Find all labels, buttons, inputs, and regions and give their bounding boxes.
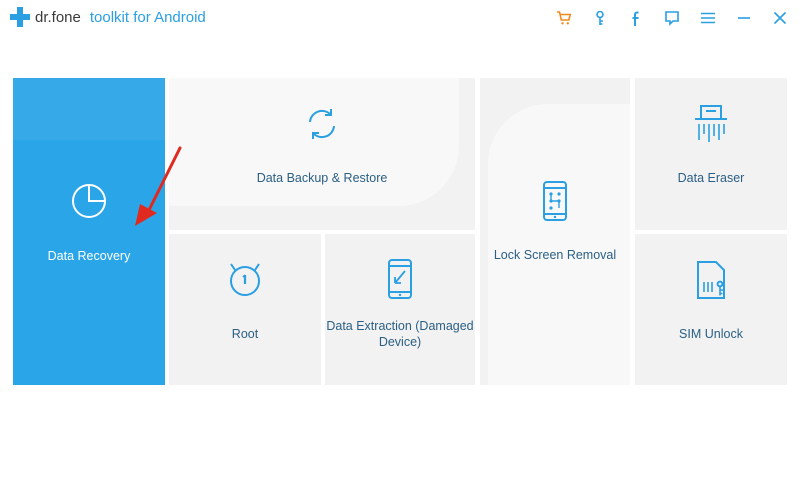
title-bar-actions	[538, 8, 790, 28]
tile-data-eraser-label: Data Eraser	[677, 171, 745, 185]
tile-sim-unlock-label: SIM Unlock	[679, 327, 743, 341]
key-icon[interactable]	[590, 8, 610, 28]
tile-root-label: Root	[231, 327, 259, 341]
sim-card-icon	[697, 261, 725, 299]
phone-lock-icon	[543, 181, 567, 221]
app-logo: dr.fone toolkit for Android	[10, 7, 206, 27]
tile-data-backup-restore-label: Data Backup & Restore	[256, 171, 388, 185]
facebook-icon[interactable]	[626, 8, 646, 28]
cart-icon[interactable]	[554, 8, 574, 28]
tile-data-recovery-label: Data Recovery	[47, 249, 131, 263]
close-icon[interactable]	[770, 8, 790, 28]
tile-sim-unlock[interactable]: SIM Unlock	[635, 234, 787, 385]
tile-data-recovery[interactable]: Data Recovery	[13, 78, 165, 385]
tile-data-extraction-label: Data Extraction (Damaged Device)	[325, 318, 475, 350]
shredder-icon	[695, 105, 727, 142]
tile-data-extraction[interactable]: Data Extraction (Damaged Device)	[325, 234, 475, 385]
plus-logo-icon	[10, 7, 30, 27]
pie-chart-icon	[72, 184, 106, 218]
title-bar: dr.fone toolkit for Android	[0, 0, 800, 36]
tile-lock-screen-removal[interactable]: Lock Screen Removal	[480, 78, 630, 385]
android-root-icon	[230, 263, 260, 296]
app-name: dr.fone	[35, 8, 81, 26]
tile-data-extraction-label-line2: Device)	[378, 335, 422, 349]
menu-icon[interactable]	[698, 8, 718, 28]
phone-broken-icon	[388, 259, 412, 299]
tile-data-eraser[interactable]: Data Eraser	[635, 78, 787, 230]
tile-data-extraction-label-line1: Data Extraction (Damaged	[326, 319, 474, 333]
tile-lock-screen-removal-label: Lock Screen Removal	[493, 248, 617, 262]
tile-data-backup-restore[interactable]: Data Backup & Restore	[169, 78, 475, 230]
sync-icon	[309, 109, 335, 139]
chat-icon[interactable]	[662, 8, 682, 28]
minimize-icon[interactable]	[734, 8, 754, 28]
tile-root[interactable]: Root	[169, 234, 321, 385]
app-subtitle: toolkit for Android	[89, 8, 206, 26]
